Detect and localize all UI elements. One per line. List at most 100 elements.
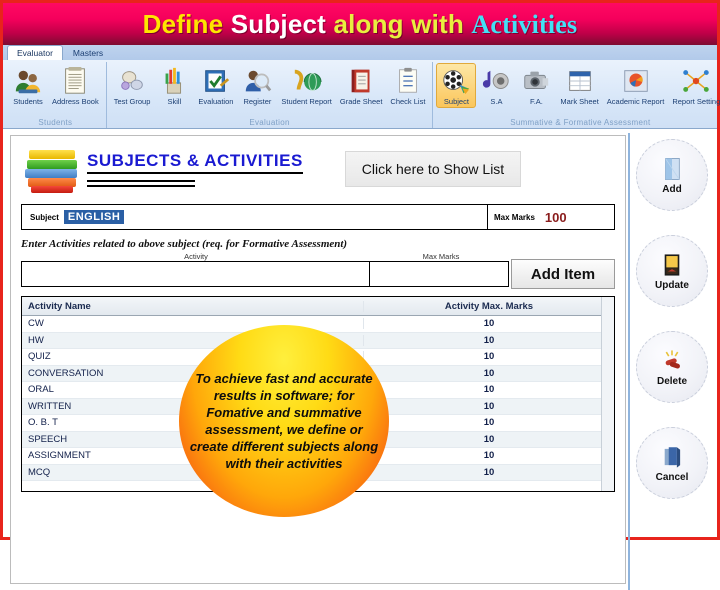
ribbon-item-sa[interactable]: S.A (476, 63, 516, 108)
cancel-button-label: Cancel (655, 471, 689, 483)
panel-title: SUBJECTS & ACTIVITIES (87, 151, 303, 174)
delete-icon (665, 349, 680, 369)
ribbon-item-label: Evaluation (198, 97, 234, 106)
cancel-button[interactable]: Cancel (636, 427, 708, 499)
subject-row: Subject ENGLISH Max Marks 100 (21, 204, 615, 230)
tab-evaluator[interactable]: Evaluator (7, 45, 63, 60)
books-icon (25, 148, 79, 193)
update-button[interactable]: Update (636, 235, 708, 307)
ribbon-item-evaluation[interactable]: Evaluation (194, 63, 237, 108)
max-marks-field[interactable]: Max Marks 100 (487, 204, 615, 230)
ribbon-item-label: Report Setting (672, 97, 720, 106)
cell-activity-marks: 10 (483, 351, 495, 363)
cell-activity-marks: 10 (483, 417, 495, 429)
cell-activity-marks: 10 (483, 384, 495, 396)
title-banner: Define Subject along with Activities (3, 3, 717, 45)
max-marks-value[interactable]: 100 (545, 210, 567, 225)
ribbon-item-label: F.A. (529, 97, 543, 106)
max-marks-column-label: Max Marks (422, 252, 460, 261)
page-title-part-3: along with (333, 8, 472, 39)
title-rule-2 (87, 185, 195, 187)
ribbon-item-subject[interactable]: Subject (436, 63, 477, 108)
ribbon-item-label: Subject (443, 97, 469, 106)
update-button-label: Update (655, 279, 689, 291)
ribbon-group-students: Students Address Book Students (5, 62, 107, 128)
ribbon-item-skill[interactable]: Skill (154, 63, 194, 108)
ribbon-item-label: Skill (167, 97, 182, 106)
sa-icon (483, 70, 510, 89)
table-header-activity-max-marks: Activity Max. Marks (444, 300, 534, 312)
ribbon-item-label: Register (243, 97, 272, 106)
subject-icon (443, 70, 470, 95)
address-book-icon (65, 66, 86, 94)
ribbon-group-label: Summative & Formative Assessment (510, 118, 651, 127)
ribbon: Evaluator Masters Students Address Book … (3, 45, 720, 129)
test-group-icon (121, 71, 143, 90)
subject-value[interactable]: ENGLISH (63, 210, 125, 224)
ribbon-group-evaluation: Test Group Skill Evaluation Register Stu… (107, 62, 434, 128)
page-title-part-1: Define (142, 8, 231, 39)
title-rule-1 (87, 180, 195, 182)
page-title-part-2: Subject (230, 8, 334, 39)
ribbon-group-assessment: Subject S.A F.A. Mark Sheet Academic Rep… (433, 62, 720, 128)
ribbon-item-address-book[interactable]: Address Book (48, 63, 103, 108)
ribbon-group-label: Students (38, 118, 73, 127)
add-icon (665, 157, 680, 180)
ribbon-item-mark-sheet[interactable]: Mark Sheet (556, 63, 602, 108)
activity-marks-input[interactable] (369, 261, 509, 287)
cell-activity-marks: 10 (483, 450, 495, 462)
ribbon-item-label: Address Book (52, 97, 99, 106)
ribbon-item-check-list[interactable]: Check List (386, 63, 429, 108)
ribbon-item-label: Grade Sheet (339, 97, 383, 106)
ribbon-item-student-report[interactable]: Student Report (277, 63, 335, 108)
cell-activity-marks: 10 (483, 466, 495, 478)
check-list-icon (399, 67, 417, 93)
ribbon-item-label: S.A (490, 97, 503, 106)
ribbon-item-fa[interactable]: F.A. (516, 63, 556, 108)
delete-button-label: Delete (656, 375, 687, 387)
evaluation-icon (205, 70, 230, 92)
ribbon-item-grade-sheet[interactable]: Grade Sheet (336, 63, 387, 108)
students-icon (15, 70, 41, 94)
page-title-part-4: Activities (471, 9, 578, 39)
cell-activity-name: CW (22, 318, 364, 330)
activity-input[interactable] (21, 261, 369, 287)
subject-field[interactable]: Subject ENGLISH (21, 204, 487, 230)
ribbon-item-label: Mark Sheet (560, 97, 599, 106)
ribbon-item-label: Students (13, 97, 43, 106)
add-item-button[interactable]: Add Item (511, 259, 615, 289)
table-header-row: Activity Name Activity Max. Marks (22, 297, 614, 316)
report-setting-icon (683, 70, 710, 92)
grade-sheet-icon (351, 69, 370, 93)
page-title: Define Subject along with Activities (143, 9, 578, 40)
cell-activity-marks: 10 (483, 318, 495, 330)
panel-header: SUBJECTS & ACTIVITIES Click here to Show… (25, 148, 617, 193)
table-header-activity-name: Activity Name (22, 300, 364, 312)
add-button-label: Add (662, 183, 682, 195)
fa-icon (524, 71, 549, 89)
ribbon-item-students[interactable]: Students (8, 63, 48, 108)
ribbon-item-academic-report[interactable]: Academic Report (603, 63, 669, 108)
academic-report-icon (623, 70, 648, 92)
activity-column-label: Activity (184, 252, 208, 261)
add-button[interactable]: Add (636, 139, 708, 211)
ribbon-item-label: Check List (390, 97, 426, 106)
cancel-icon (664, 446, 681, 468)
show-list-button[interactable]: Click here to Show List (344, 151, 522, 187)
ribbon-item-label: Academic Report (606, 97, 665, 106)
ribbon-group-label: Evaluation (249, 118, 290, 127)
skill-icon (165, 67, 182, 94)
ribbon-item-label: Test Group (113, 97, 151, 106)
cell-activity-marks: 10 (483, 400, 495, 412)
ribbon-item-report-setting[interactable]: Report Setting (668, 63, 720, 108)
ribbon-item-test-group[interactable]: Test Group (110, 63, 155, 108)
activities-instruction: Enter Activities related to above subjec… (21, 238, 348, 250)
callout-text: To achieve fast and accurate results in … (189, 371, 379, 471)
register-icon (246, 70, 272, 92)
mark-sheet-icon (568, 71, 591, 91)
table-scrollbar[interactable] (601, 297, 614, 491)
delete-button[interactable]: Delete (636, 331, 708, 403)
ribbon-item-register[interactable]: Register (237, 63, 277, 108)
ribbon-groups: Students Address Book Students Test Grou… (3, 60, 720, 128)
tab-masters[interactable]: Masters (63, 45, 113, 60)
